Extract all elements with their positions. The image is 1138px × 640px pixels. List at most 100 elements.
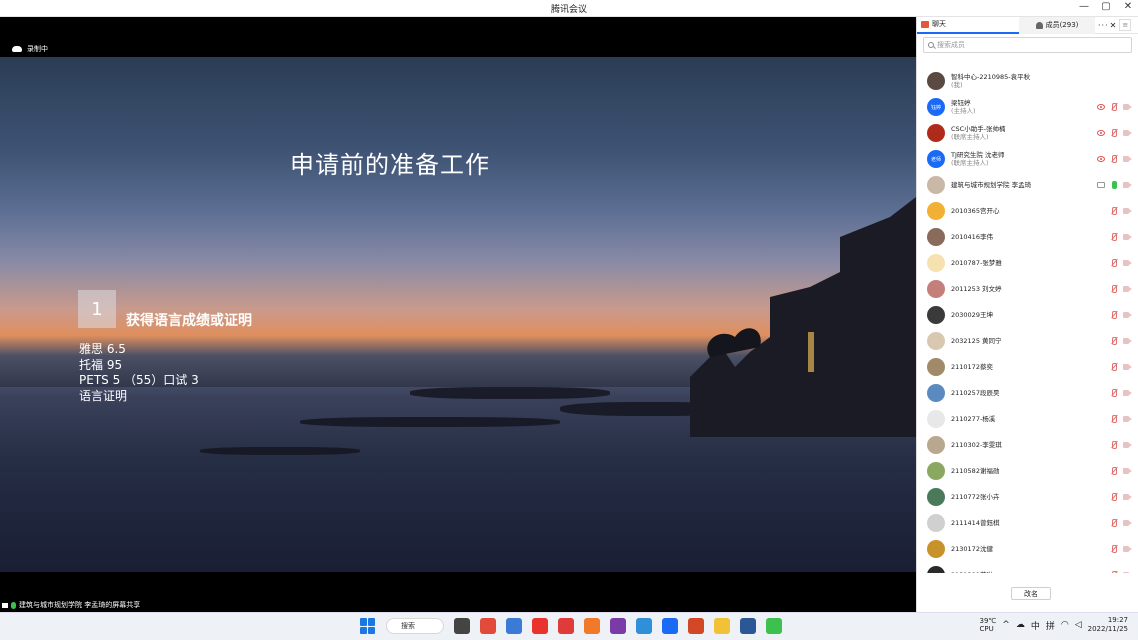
member-row[interactable]: 2110772张小卉	[917, 484, 1138, 510]
word-icon[interactable]	[740, 618, 756, 634]
mic-muted-icon[interactable]	[1110, 467, 1118, 475]
settings-icon[interactable]	[506, 618, 522, 634]
avatar	[927, 514, 945, 532]
camera-off-icon[interactable]	[1123, 390, 1132, 396]
member-row[interactable]: CSC小助手-张帅楠 (联席主持人)	[917, 120, 1138, 146]
close-panel-button[interactable]: ✕	[1110, 21, 1117, 30]
cloud-tray-icon[interactable]: ☁	[1016, 620, 1025, 630]
member-row[interactable]: 2030029王坤	[917, 302, 1138, 328]
profile-icon[interactable]	[636, 618, 652, 634]
powerpoint-icon[interactable]	[688, 618, 704, 634]
wechat-icon[interactable]	[766, 618, 782, 634]
section-number-box: 1	[78, 290, 116, 328]
member-row[interactable]: 2011253 刘文婷	[917, 276, 1138, 302]
member-name: 2030029王坤	[951, 311, 993, 319]
camera-off-icon[interactable]	[1123, 338, 1132, 344]
view-icon[interactable]	[1097, 104, 1105, 110]
view-icon[interactable]	[1097, 156, 1105, 162]
member-row[interactable]: 2111414曾鈺棋	[917, 510, 1138, 536]
member-row[interactable]: 2131391范琳	[917, 562, 1138, 573]
mic-muted-icon[interactable]	[1110, 441, 1118, 449]
camera-off-icon[interactable]	[1123, 208, 1132, 214]
member-row[interactable]: 2032125 黄同宁	[917, 328, 1138, 354]
volume-icon[interactable]: ◁	[1075, 620, 1082, 630]
member-info: 梁钰婷 (主持人)	[951, 99, 976, 115]
weibo-icon[interactable]	[532, 618, 548, 634]
ime-pinyin[interactable]: 拼	[1046, 619, 1055, 632]
screen-share-icon[interactable]	[1097, 182, 1105, 188]
camera-off-icon[interactable]	[1123, 494, 1132, 500]
mic-muted-icon[interactable]	[1110, 129, 1118, 137]
mic-muted-icon[interactable]	[1110, 103, 1118, 111]
mic-muted-icon[interactable]	[1110, 363, 1118, 371]
member-row[interactable]: 钰婷 梁钰婷 (主持人)	[917, 94, 1138, 120]
rename-button[interactable]: 改名	[1011, 587, 1051, 600]
mic-muted-icon[interactable]	[1110, 233, 1118, 241]
mic-muted-icon[interactable]	[1110, 311, 1118, 319]
camera-off-icon[interactable]	[1123, 156, 1132, 162]
mic-muted-icon[interactable]	[1110, 259, 1118, 267]
camera-off-icon[interactable]	[1123, 260, 1132, 266]
member-name: CSC小助手-张帅楠	[951, 125, 1006, 133]
mic-muted-icon[interactable]	[1110, 571, 1118, 573]
view-icon[interactable]	[1097, 130, 1105, 136]
member-row[interactable]: 2130172沈健	[917, 536, 1138, 562]
file-explorer-icon[interactable]	[454, 618, 470, 634]
taskbar-search[interactable]: 搜索	[386, 618, 444, 634]
camera-off-icon[interactable]	[1123, 546, 1132, 552]
mic-muted-icon[interactable]	[1110, 207, 1118, 215]
camera-off-icon[interactable]	[1123, 520, 1132, 526]
chevron-up-icon[interactable]: ^	[1002, 620, 1010, 630]
member-row[interactable]: 2110302-李雯琪	[917, 432, 1138, 458]
member-row[interactable]: 2110582谢福勋	[917, 458, 1138, 484]
camera-off-icon[interactable]	[1123, 312, 1132, 318]
member-row[interactable]: 老师 TJ研究生院 沈老师 (联席主持人)	[917, 146, 1138, 172]
more-options-button[interactable]: ···	[1098, 21, 1109, 30]
camera-off-icon[interactable]	[1123, 130, 1132, 136]
camera-off-icon[interactable]	[1123, 442, 1132, 448]
member-search-input[interactable]: 搜索成员	[923, 37, 1132, 53]
camera-off-icon[interactable]	[1123, 182, 1132, 188]
camera-off-icon[interactable]	[1123, 234, 1132, 240]
firefox-icon[interactable]	[584, 618, 600, 634]
mic-muted-icon[interactable]	[1110, 415, 1118, 423]
ime-mode[interactable]: 中	[1031, 619, 1040, 632]
mic-muted-icon[interactable]	[1110, 155, 1118, 163]
clock[interactable]: 19:27 2022/11/25	[1088, 616, 1128, 634]
minimize-button[interactable]: —	[1078, 1, 1090, 12]
member-row[interactable]: 2110257段辰昊	[917, 380, 1138, 406]
tencent-meeting-icon[interactable]	[662, 618, 678, 634]
camera-off-icon[interactable]	[1123, 572, 1132, 573]
menu-icon[interactable]: ≡	[1119, 19, 1132, 31]
windows-start-icon[interactable]	[360, 618, 376, 634]
mic-muted-icon[interactable]	[1110, 337, 1118, 345]
tab-members[interactable]: 成员(293)	[1019, 16, 1095, 34]
mic-muted-icon[interactable]	[1110, 493, 1118, 501]
member-row[interactable]: 2010365宫开心	[917, 198, 1138, 224]
chrome-icon[interactable]	[480, 618, 496, 634]
camera-off-icon[interactable]	[1123, 416, 1132, 422]
wifi-icon[interactable]: ◠	[1061, 620, 1069, 630]
mic-muted-icon[interactable]	[1110, 389, 1118, 397]
member-row[interactable]: 2110172蔡奕	[917, 354, 1138, 380]
mic-muted-icon[interactable]	[1110, 519, 1118, 527]
folder-icon[interactable]	[714, 618, 730, 634]
mic-on-icon[interactable]	[1110, 181, 1118, 189]
tab-chat[interactable]: 聊天	[917, 17, 1019, 34]
camera-off-icon[interactable]	[1123, 286, 1132, 292]
camera-off-icon[interactable]	[1123, 104, 1132, 110]
member-row[interactable]: 智科中心-2210985-袁平秋 (我)	[917, 68, 1138, 94]
member-row[interactable]: 2010787-张梦雅	[917, 250, 1138, 276]
mic-muted-icon[interactable]	[1110, 545, 1118, 553]
maximize-button[interactable]: ▢	[1100, 1, 1112, 12]
camera-off-icon[interactable]	[1123, 468, 1132, 474]
member-row[interactable]: 2110277-杨溪	[917, 406, 1138, 432]
close-window-button[interactable]: ✕	[1122, 1, 1134, 12]
member-row[interactable]: 2010416李伟	[917, 224, 1138, 250]
member-row[interactable]: 建筑与城市规划学院 李孟琦	[917, 172, 1138, 198]
camera-off-icon[interactable]	[1123, 364, 1132, 370]
mic-muted-icon[interactable]	[1110, 285, 1118, 293]
avatar	[927, 488, 945, 506]
onenote-icon[interactable]	[610, 618, 626, 634]
app-red-icon[interactable]	[558, 618, 574, 634]
